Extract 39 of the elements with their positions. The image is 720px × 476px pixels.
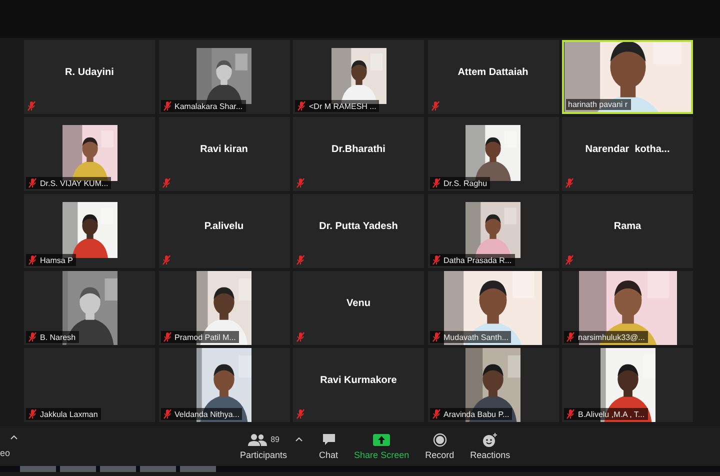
participant-label: Dr.S. VIJAY KUM... bbox=[40, 178, 108, 188]
participant-name: R. Udayini bbox=[65, 66, 114, 78]
participant-label: Dr.S. Raghu bbox=[444, 178, 488, 188]
participant-name: Ravi Kurmakore bbox=[320, 374, 397, 386]
participant-label: Hamsa P bbox=[40, 256, 73, 264]
participant-name: Narendar kotha... bbox=[585, 144, 670, 154]
participant-label: Jakkula Laxman bbox=[40, 410, 98, 418]
participant-label: Veldanda Nithya... bbox=[174, 410, 240, 418]
participant-label: <Dr M RAMESH ... bbox=[309, 102, 376, 110]
share-screen-icon bbox=[373, 434, 390, 446]
record-button[interactable]: Record bbox=[425, 432, 454, 460]
participant-label: B. Naresh bbox=[40, 332, 76, 342]
caret-icon[interactable] bbox=[295, 436, 304, 442]
participant-label: narsimhuluk33@... bbox=[578, 332, 645, 342]
participant-label: harinath pavani r bbox=[568, 100, 628, 109]
caret-icon[interactable] bbox=[10, 435, 18, 440]
participant-label: Mudavath Santh... bbox=[444, 332, 508, 342]
participant-label: Datha Prasada R... bbox=[444, 256, 512, 264]
participants-button[interactable]: 89 Participants bbox=[240, 432, 288, 460]
participant-name: P.alivelu bbox=[204, 220, 244, 232]
participant-label: B.Alivelu ,M.A , T... bbox=[578, 410, 645, 418]
participant-name: Venu bbox=[346, 298, 370, 308]
smiley-icon bbox=[482, 432, 498, 446]
participant-name: Dr.Bharathi bbox=[332, 144, 386, 154]
participant-name: Ravi kiran bbox=[200, 144, 248, 154]
record-icon bbox=[432, 432, 447, 446]
participant-count: 89 bbox=[270, 435, 280, 444]
participant-label: Aravinda Babu P... bbox=[444, 410, 510, 418]
participant-name: Rama bbox=[614, 220, 642, 232]
chat-button[interactable]: Chat bbox=[319, 432, 338, 460]
video-label: eo bbox=[0, 448, 10, 458]
share-button[interactable]: Share Screen bbox=[354, 432, 410, 460]
participant-name: Dr. Putta Yadesh bbox=[319, 220, 398, 232]
participant-label: Kamalakara Shar... bbox=[174, 102, 243, 110]
reactions-button[interactable]: Reactions bbox=[470, 432, 510, 460]
participant-name: Attem Dattaiah bbox=[458, 66, 528, 78]
people-icon bbox=[248, 434, 268, 446]
participant-label: Pramod Patil M... bbox=[174, 332, 236, 342]
chat-icon bbox=[322, 433, 336, 446]
